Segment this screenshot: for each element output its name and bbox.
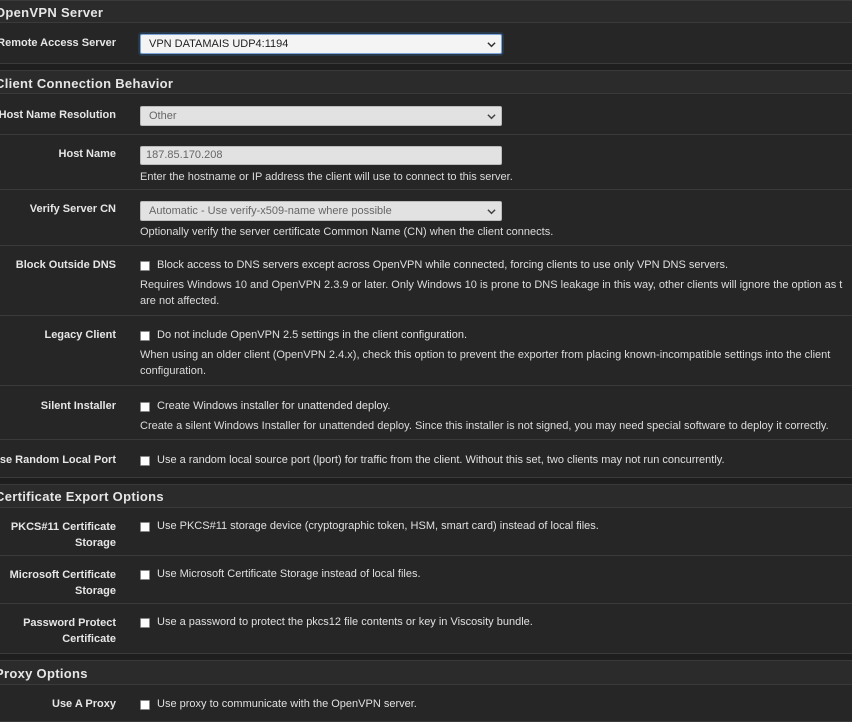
password-protect-label-line1: Password Protect <box>23 617 116 629</box>
host-name-help: Enter the hostname or IP address the cli… <box>140 171 513 183</box>
verify-server-cn-select[interactable]: Automatic - Use verify-x509-name where p… <box>140 201 502 221</box>
select-value: VPN DATAMAIS UDP4:1194 <box>149 38 289 50</box>
input-value: 187.85.170.208 <box>146 149 223 161</box>
row-microsoft-certificate: Microsoft Certificate Storage Use Micros… <box>0 556 852 604</box>
block-outside-dns-checkbox[interactable] <box>140 261 150 271</box>
random-local-port-checkbox-label: Use a random local source port (lport) f… <box>157 454 725 466</box>
legacy-client-help-line2: configuration. <box>140 365 207 377</box>
row-remote-access-server: Remote Access Server VPN DATAMAIS UDP4:1… <box>0 23 852 64</box>
row-legacy-client: Legacy Client Do not include OpenVPN 2.5… <box>0 316 852 386</box>
row-block-outside-dns: Block Outside DNS Block access to DNS se… <box>0 246 852 316</box>
silent-installer-checkbox[interactable] <box>140 402 150 412</box>
remote-access-server-select[interactable]: VPN DATAMAIS UDP4:1194 <box>140 34 502 54</box>
chevron-down-icon <box>487 114 496 120</box>
random-local-port-label: Use Random Local Port <box>0 454 116 466</box>
silent-installer-label: Silent Installer <box>40 400 116 412</box>
use-proxy-label: Use A Proxy <box>52 698 116 710</box>
silent-installer-help: Create a silent Windows Installer for un… <box>140 420 829 432</box>
chevron-down-icon <box>487 42 496 48</box>
ms-cert-label-line2: Storage <box>75 585 116 597</box>
row-password-protect: Password Protect Certificate Use a passw… <box>0 604 852 654</box>
verify-server-cn-help: Optionally verify the server certificate… <box>140 226 554 238</box>
ms-cert-label-line1: Microsoft Certificate <box>9 569 116 581</box>
section-title: Certificate Export Options <box>0 489 164 504</box>
pkcs11-checkbox-label: Use PKCS#11 storage device (cryptographi… <box>157 520 599 532</box>
legacy-client-checkbox[interactable] <box>140 331 150 341</box>
random-local-port-checkbox[interactable] <box>140 456 150 466</box>
pkcs11-label-line1: PKCS#11 Certificate <box>10 521 116 533</box>
row-use-proxy: Use A Proxy Use proxy to communicate wit… <box>0 685 852 722</box>
legacy-client-label: Legacy Client <box>44 329 116 341</box>
legacy-client-checkbox-label: Do not include OpenVPN 2.5 settings in t… <box>157 329 468 341</box>
legacy-client-help-line1: When using an older client (OpenVPN 2.4.… <box>140 349 831 361</box>
password-protect-checkbox-label: Use a password to protect the pkcs12 fil… <box>157 616 533 628</box>
block-outside-dns-help-line1: Requires Windows 10 and OpenVPN 2.3.9 or… <box>140 279 843 291</box>
section-openvpn-server: OpenVPN Server <box>0 0 852 23</box>
pkcs11-checkbox[interactable] <box>140 522 150 532</box>
row-host-name: Host Name 187.85.170.208 Enter the hostn… <box>0 135 852 190</box>
select-value: Other <box>149 110 177 122</box>
remote-access-server-label: Remote Access Server <box>0 37 116 49</box>
use-proxy-checkbox-label: Use proxy to communicate with the OpenVP… <box>157 698 417 710</box>
chevron-down-icon <box>487 209 496 215</box>
host-name-input[interactable]: 187.85.170.208 <box>140 146 502 165</box>
host-name-resolution-select[interactable]: Other <box>140 106 502 126</box>
row-host-name-resolution: Host Name Resolution Other <box>0 94 852 135</box>
host-name-label: Host Name <box>58 148 116 160</box>
section-certificate-export: Certificate Export Options <box>0 484 852 508</box>
ms-cert-checkbox-label: Use Microsoft Certificate Storage instea… <box>157 568 421 580</box>
block-outside-dns-label: Block Outside DNS <box>15 259 116 271</box>
section-title: Client Connection Behavior <box>0 76 174 91</box>
row-verify-server-cn: Verify Server CN Automatic - Use verify-… <box>0 190 852 246</box>
row-random-local-port: Use Random Local Port Use a random local… <box>0 440 852 478</box>
section-title: Proxy Options <box>0 666 88 681</box>
host-name-resolution-label: Host Name Resolution <box>0 109 116 121</box>
verify-server-cn-label: Verify Server CN <box>29 203 116 215</box>
use-proxy-checkbox[interactable] <box>140 700 150 710</box>
select-value: Automatic - Use verify-x509-name where p… <box>149 205 392 217</box>
row-silent-installer: Silent Installer Create Windows installe… <box>0 386 852 440</box>
section-proxy-options: Proxy Options <box>0 660 852 685</box>
pkcs11-label-line2: Storage <box>75 537 116 549</box>
section-client-connection: Client Connection Behavior <box>0 70 852 94</box>
section-title: OpenVPN Server <box>0 5 104 20</box>
block-outside-dns-checkbox-label: Block access to DNS servers except acros… <box>157 259 729 271</box>
block-outside-dns-help-line2: are not affected. <box>140 295 220 307</box>
silent-installer-checkbox-label: Create Windows installer for unattended … <box>157 400 391 412</box>
password-protect-checkbox[interactable] <box>140 618 150 628</box>
ms-cert-checkbox[interactable] <box>140 570 150 580</box>
row-pkcs11: PKCS#11 Certificate Storage Use PKCS#11 … <box>0 508 852 556</box>
password-protect-label-line2: Certificate <box>62 633 116 645</box>
